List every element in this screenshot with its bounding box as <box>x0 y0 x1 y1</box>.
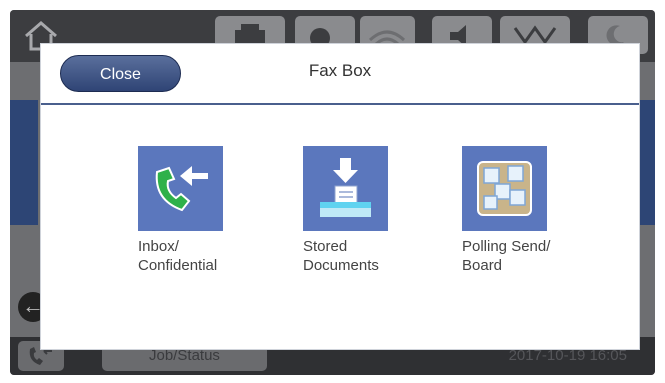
polling-send-board-tile[interactable]: Polling Send/ Board <box>462 146 582 275</box>
inbox-phone-icon[interactable] <box>138 146 223 231</box>
dialog-header: Close Fax Box <box>41 44 639 105</box>
stored-documents-tile[interactable]: Stored Documents <box>303 146 423 275</box>
polling-send-board-label: Polling Send/ Board <box>462 238 551 274</box>
background-panel-left <box>10 100 38 225</box>
inbox-confidential-label: Inbox/ Confidential <box>138 238 218 274</box>
fax-box-dialog: Close Fax Box Inbox/ Confidential Stored… <box>40 43 640 350</box>
inbox-confidential-tile[interactable]: Inbox/ Confidential <box>138 146 258 275</box>
polling-board-icon[interactable] <box>462 146 547 231</box>
dialog-title: Fax Box <box>308 61 372 80</box>
stored-documents-icon[interactable] <box>303 146 388 231</box>
stored-documents-label: Stored Documents <box>303 238 379 274</box>
